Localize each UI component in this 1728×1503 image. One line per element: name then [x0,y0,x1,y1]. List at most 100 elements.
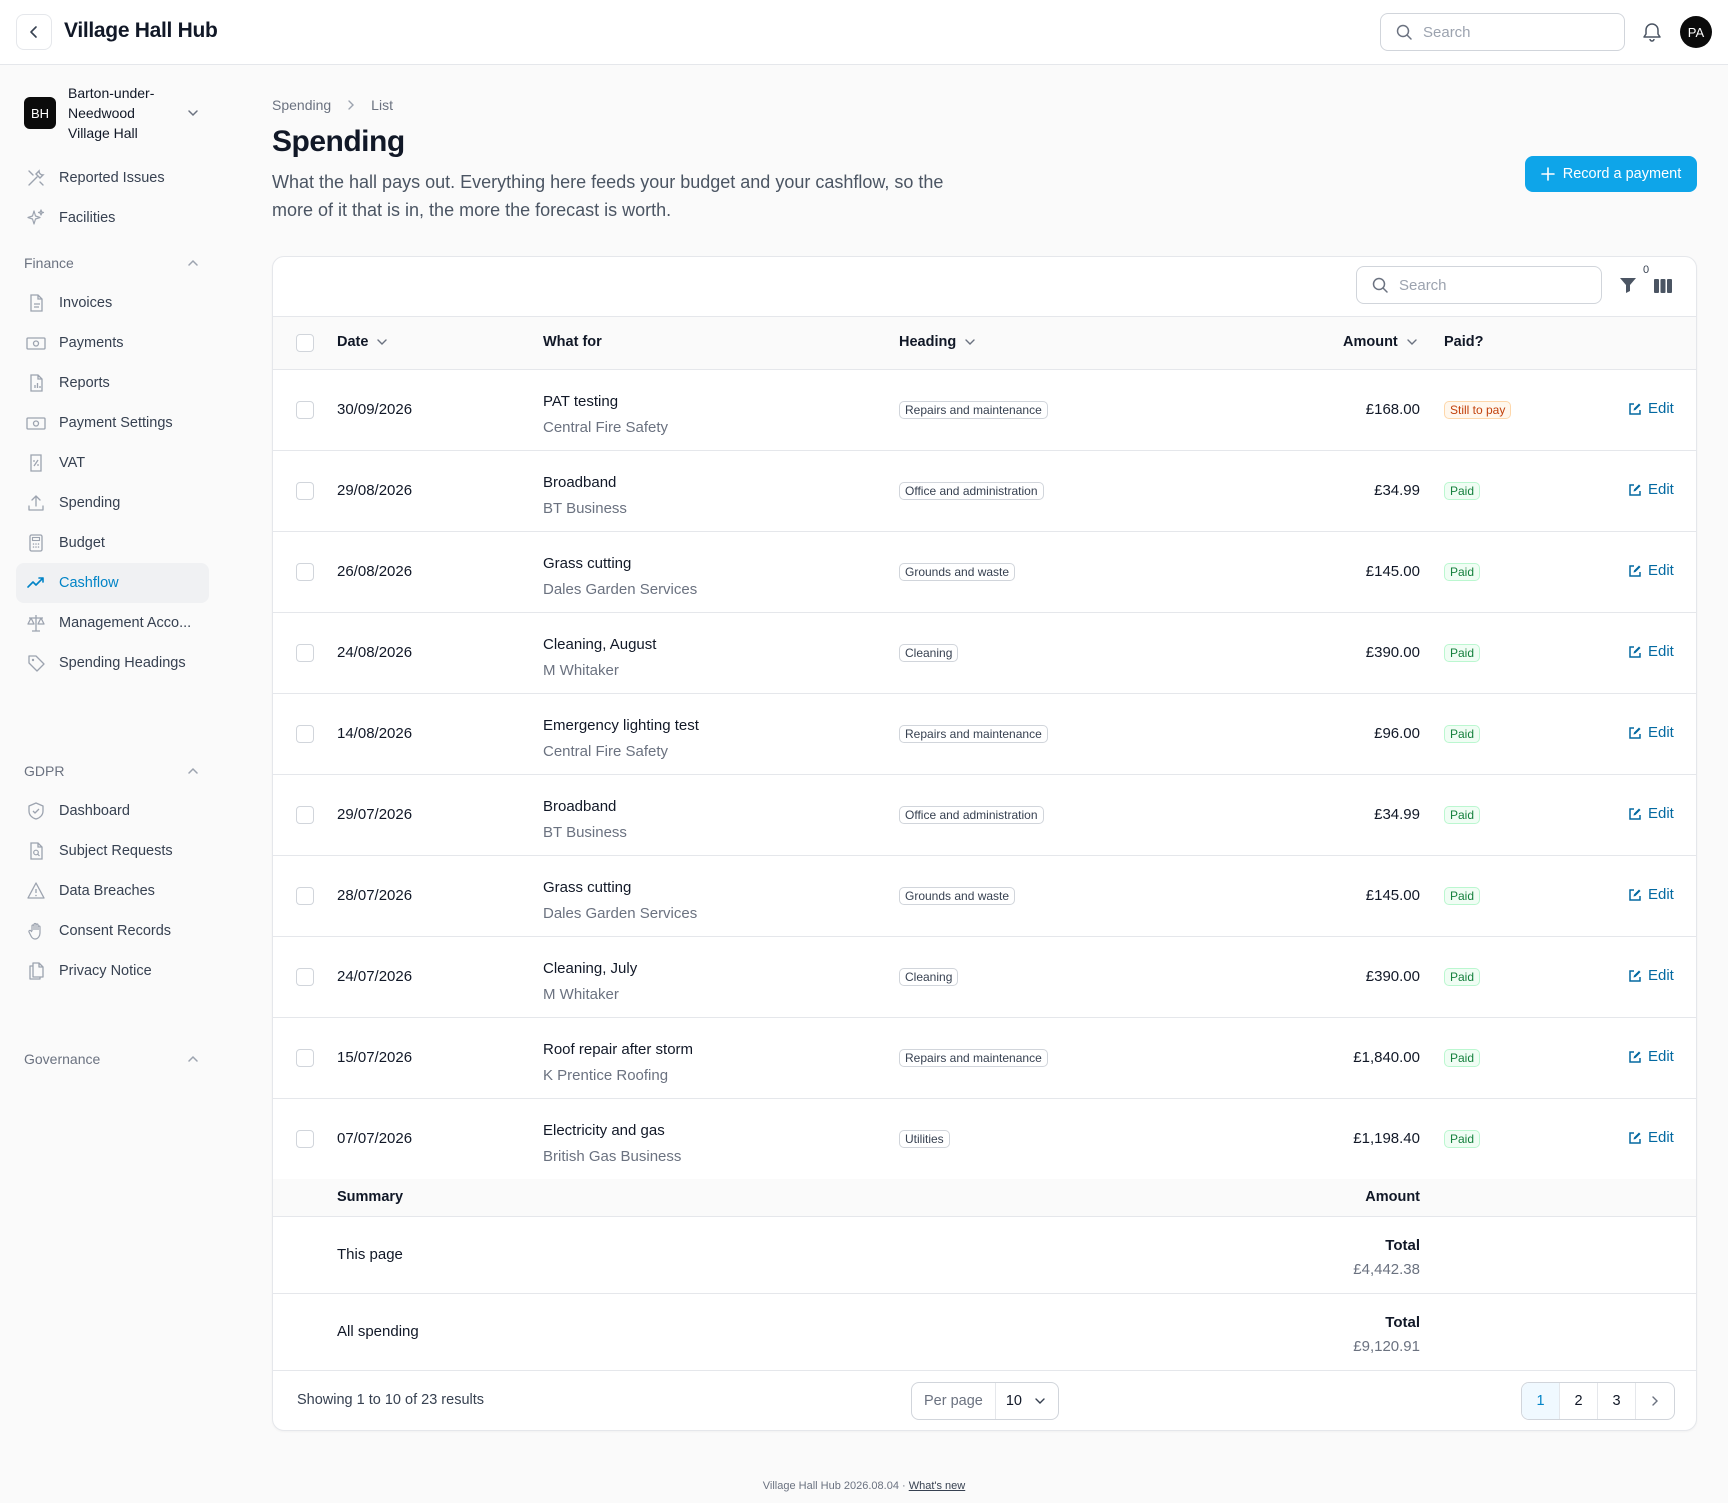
row-amount: £1,198.40 [1353,1130,1420,1147]
sidebar-item-budget[interactable]: Budget [16,523,209,563]
sidebar-item-subject-requests[interactable]: Subject Requests [16,831,209,871]
table-footer: Showing 1 to 10 of 23 results Per page 1… [273,1370,1696,1430]
select-all-checkbox[interactable] [296,334,314,352]
edit-button[interactable]: Edit [1628,1048,1674,1065]
row-checkbox[interactable] [296,1130,314,1148]
per-page-select[interactable]: Per page 10 [911,1382,1059,1420]
edit-button[interactable]: Edit [1628,886,1674,903]
back-button[interactable] [16,14,52,50]
table-row[interactable]: 24/08/2026 Cleaning, August M Whitaker Clea… [273,613,1696,694]
row-date: 26/08/2026 [337,563,413,580]
table-row[interactable]: 24/07/2026 Cleaning, July M Whitaker Cleani… [273,937,1696,1018]
filter-icon[interactable] [1618,275,1638,295]
summary-total: Total £4,442.38 [1353,1234,1420,1282]
global-search-placeholder: Search [1423,23,1471,41]
summary-row-this-page: This page Total £4,442.38 [273,1217,1696,1294]
row-checkbox[interactable] [296,563,314,581]
sidebar-item-privacy-notice[interactable]: Privacy Notice [16,951,209,991]
row-checkbox[interactable] [296,482,314,500]
sidebar-item-payments[interactable]: Payments [16,323,209,363]
sidebar-item-spending[interactable]: Spending [16,483,209,523]
edit-button[interactable]: Edit [1628,805,1674,822]
bell-icon[interactable] [1640,20,1664,44]
table-row[interactable]: 29/07/2026 Broadband BT Business Office and… [273,775,1696,856]
edit-button[interactable]: Edit [1628,400,1674,417]
edit-label: Edit [1648,481,1674,498]
column-header-heading[interactable]: Heading [899,334,976,350]
summary-total-label: Total [1385,1237,1420,1254]
row-checkbox[interactable] [296,401,314,419]
table-search-input[interactable]: Search [1356,266,1602,304]
sidebar-item-reports[interactable]: Reports [16,363,209,403]
table-row[interactable]: 28/07/2026 Grass cutting Dales Garden Serv… [273,856,1696,937]
summary-header: Summary Amount [273,1179,1696,1217]
table-row[interactable]: 14/08/2026 Emergency lighting test Central… [273,694,1696,775]
page-button-1[interactable]: 1 [1522,1383,1560,1419]
org-switcher[interactable]: BH Barton-under-Needwood Village Hall [24,85,214,141]
sparkles-icon [25,207,47,229]
edit-button[interactable]: Edit [1628,724,1674,741]
sidebar-item-cashflow[interactable]: Cashflow [16,563,209,603]
next-page-button[interactable] [1636,1383,1674,1419]
row-checkbox[interactable] [296,725,314,743]
page-button-2[interactable]: 2 [1560,1383,1598,1419]
edit-button[interactable]: Edit [1628,562,1674,579]
sidebar-item-consent-records[interactable]: Consent Records [16,911,209,951]
whats-new-link[interactable]: What's new [909,1480,966,1492]
table-row[interactable]: 30/09/2026 PAT testing Central Fire Safety… [273,370,1696,451]
breadcrumb-link-spending[interactable]: Spending [272,97,331,113]
edit-button[interactable]: Edit [1628,967,1674,984]
columns-icon[interactable] [1653,277,1673,295]
app-title: Village Hall Hub [64,19,218,42]
top-bar: Village Hall Hub Search PA [0,0,1728,65]
sidebar-item-reported-issues[interactable]: Reported Issues [16,158,209,198]
heading-badge: Grounds and waste [899,563,1016,581]
edit-button[interactable]: Edit [1628,643,1674,660]
sidebar-item-dashboard[interactable]: Dashboard [16,791,209,831]
chevron-down-icon [1407,339,1417,345]
row-checkbox[interactable] [296,1049,314,1067]
sidebar-item-spending-headings[interactable]: Spending Headings [16,643,209,683]
nav-group-governance[interactable]: Governance [24,1047,200,1071]
sidebar-item-label: Dashboard [59,803,130,819]
table-row[interactable]: 15/07/2026 Roof repair after storm K Prent… [273,1018,1696,1099]
column-header-amount[interactable]: Amount [1343,334,1418,350]
sidebar-item-management-accounts[interactable]: Management Acco... [16,603,209,643]
sidebar-item-label: Cashflow [59,575,119,591]
table-row[interactable]: 29/08/2026 Broadband BT Business Office and… [273,451,1696,532]
row-description: Electricity and gas [543,1122,665,1139]
sidebar-item-payment-settings[interactable]: Payment Settings [16,403,209,443]
user-avatar[interactable]: PA [1680,16,1712,48]
row-checkbox[interactable] [296,644,314,662]
row-amount: £34.99 [1374,806,1420,823]
paid-status-badge: Paid [1444,644,1481,662]
paid-status-badge: Paid [1444,482,1481,500]
row-checkbox[interactable] [296,968,314,986]
paid-status-badge: Paid [1444,563,1481,581]
sidebar-item-label: Consent Records [59,923,172,939]
sidebar-item-data-breaches[interactable]: Data Breaches [16,871,209,911]
table-row[interactable]: 07/07/2026 Electricity and gas British Gas… [273,1099,1696,1180]
edit-button[interactable]: Edit [1628,1129,1674,1146]
row-what-for: PAT testing Central Fire Safety [543,389,668,441]
plus-icon [1540,167,1555,181]
edit-button[interactable]: Edit [1628,481,1674,498]
record-payment-button[interactable]: Record a payment [1525,156,1697,192]
sidebar-item-facilities[interactable]: Facilities [16,198,209,238]
nav-group-finance[interactable]: Finance [24,251,200,275]
row-checkbox[interactable] [296,887,314,905]
global-search-input[interactable]: Search [1380,13,1625,51]
row-checkbox[interactable] [296,806,314,824]
upload-icon [25,492,47,514]
sidebar-item-vat[interactable]: VAT [16,443,209,483]
table-row[interactable]: 26/08/2026 Grass cutting Dales Garden Serv… [273,532,1696,613]
row-amount: £145.00 [1365,887,1420,904]
row-description: Broadband [543,474,617,491]
page-button-3[interactable]: 3 [1598,1383,1636,1419]
sidebar-item-invoices[interactable]: Invoices [16,283,209,323]
heading-badge: Utilities [899,1130,950,1148]
column-header-date[interactable]: Date [337,334,388,350]
row-date: 24/08/2026 [337,644,413,661]
nav-group-gdpr[interactable]: GDPR [24,759,200,783]
org-name: Barton-under-Needwood Village Hall [68,85,155,141]
